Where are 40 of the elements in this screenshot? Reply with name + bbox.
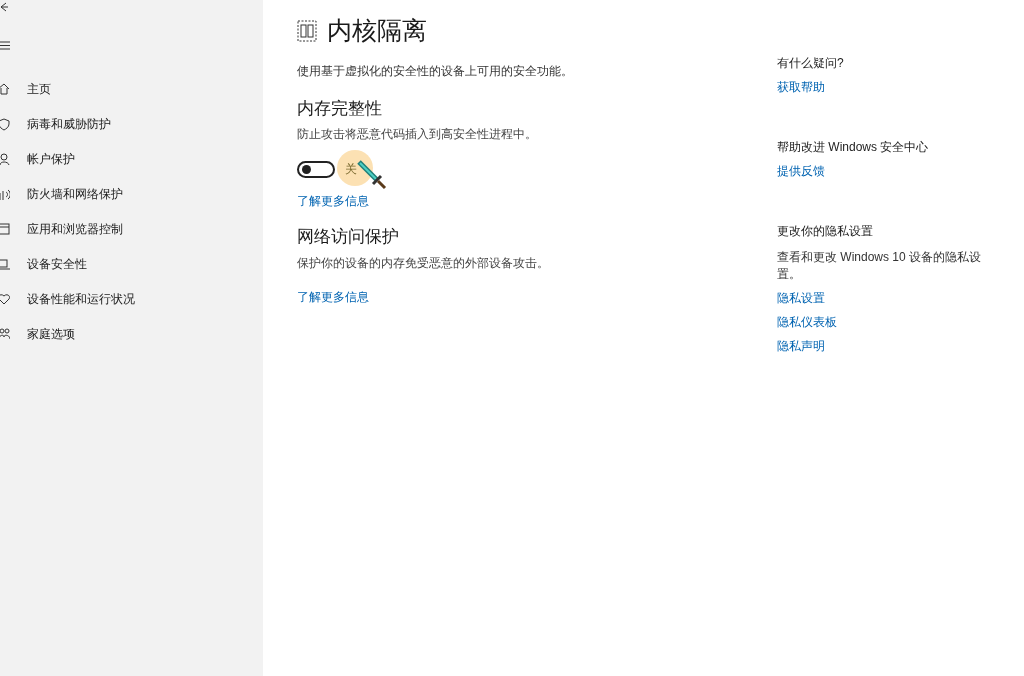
aside-link[interactable]: 隐私声明 [777, 337, 825, 355]
learn-more-link[interactable]: 了解更多信息 [297, 192, 369, 210]
back-icon[interactable] [0, 2, 8, 12]
sidebar-item[interactable]: 家庭选项 [0, 325, 263, 343]
sidebar-item[interactable]: 主页 [0, 80, 263, 98]
page-title: 内核隔离 [327, 15, 427, 46]
aside-heading: 更改你的隐私设置 [777, 223, 874, 240]
learn-more-link[interactable]: 了解更多信息 [297, 287, 369, 306]
chip-icon [297, 19, 317, 42]
aside-heading: 帮助改进 Windows 安全中心 [777, 139, 930, 156]
sidebar-item[interactable]: 设备安全性 [0, 255, 263, 273]
section-description: 保护你的设备的内存免受恶意的外部设备攻击。 [297, 254, 550, 272]
nav-icon [0, 187, 10, 201]
sword-cursor-icon [357, 160, 387, 190]
nav-icon [0, 117, 10, 131]
aside-link[interactable]: 获取帮助 [777, 78, 825, 96]
section-heading: 内存完整性 [297, 97, 383, 120]
sidebar-item[interactable]: 病毒和威胁防护 [0, 115, 263, 133]
cursor-highlight [337, 150, 373, 186]
nav-icon [0, 222, 10, 236]
nav-icon [0, 152, 10, 166]
toggle-switch[interactable] [297, 160, 335, 178]
nav-icon [0, 257, 10, 271]
aside-link[interactable]: 提供反馈 [777, 162, 825, 180]
sidebar-item[interactable]: 防火墙和网络保护 [0, 185, 263, 203]
nav-icon [0, 82, 10, 96]
section-heading: 网络访问保护 [297, 226, 400, 248]
nav-icon [0, 327, 10, 341]
aside-link[interactable]: 隐私设置 [777, 289, 825, 307]
section-description: 防止攻击将恶意代码插入到高安全性进程中。 [297, 126, 538, 143]
nav-icon [0, 292, 10, 306]
aside-heading: 有什么疑问? [777, 55, 845, 72]
menu-icon[interactable] [0, 41, 10, 50]
aside-link[interactable]: 隐私仪表板 [777, 313, 837, 331]
sidebar-item[interactable]: 帐户保护 [0, 150, 263, 168]
sidebar-item[interactable]: 应用和浏览器控制 [0, 220, 263, 238]
sidebar-item[interactable]: 设备性能和运行状况 [0, 290, 263, 308]
toggle-label: 关 [345, 161, 357, 178]
aside-description: 查看和更改 Windows 10 设备的隐私设置。 [777, 249, 983, 283]
page-description: 使用基于虚拟化的安全性的设备上可用的安全功能。 [297, 62, 574, 80]
